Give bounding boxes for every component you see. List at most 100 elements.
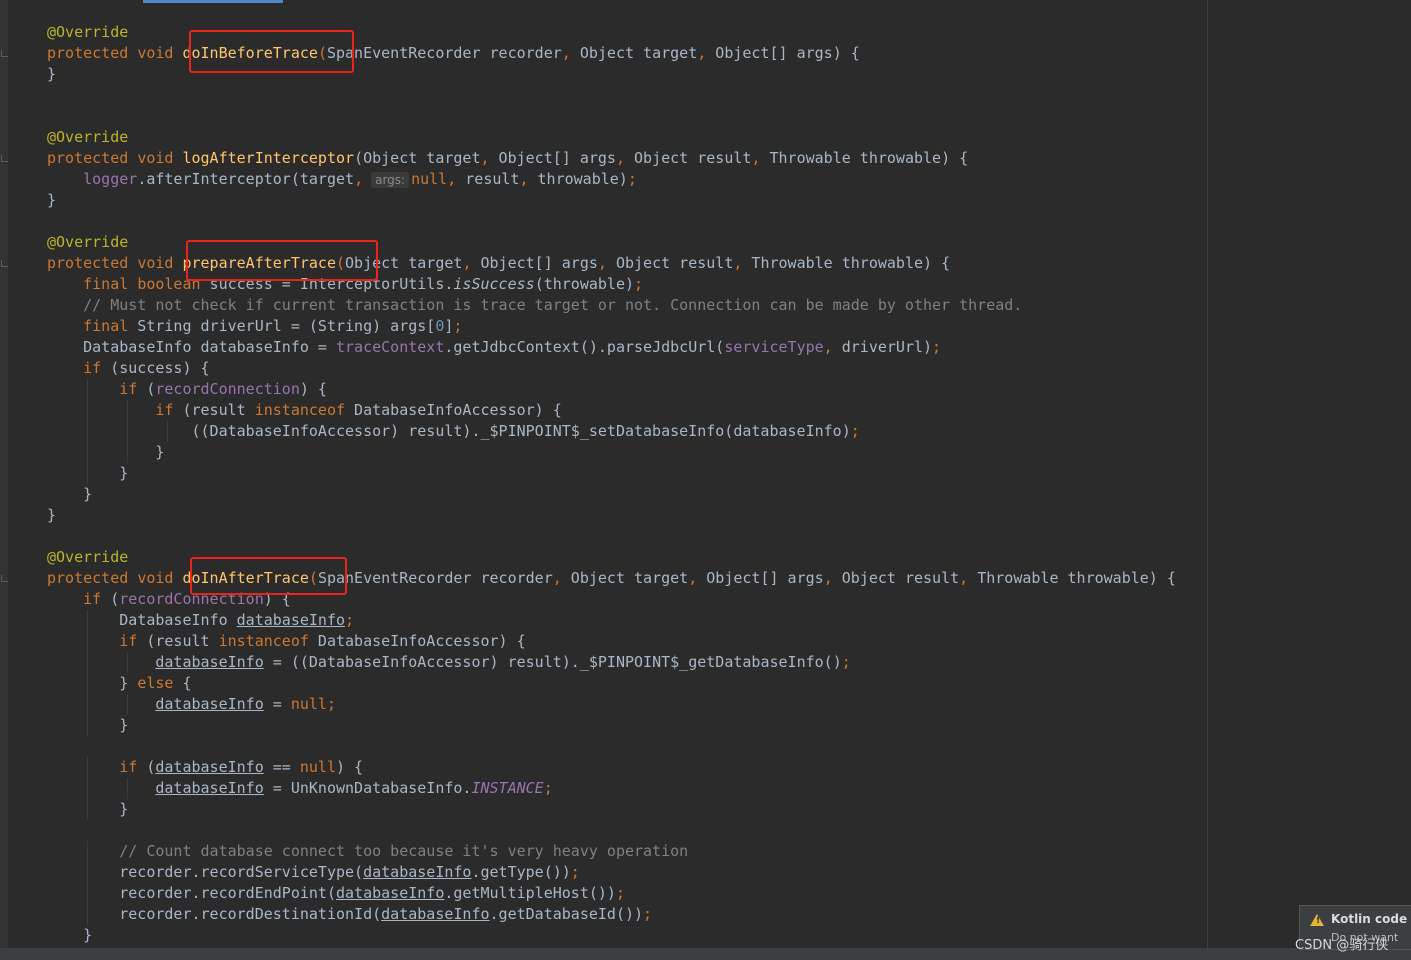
code-token: } (47, 191, 57, 209)
indent-guide (87, 799, 88, 820)
code-line[interactable]: } (0, 442, 1411, 463)
code-line[interactable]: // Must not check if current transaction… (0, 295, 1411, 316)
code-editor[interactable]: @Override protected void doInBeforeTrace(… (0, 22, 1411, 946)
parameter-hint: args: (371, 172, 410, 188)
code-line[interactable]: if (success) { (0, 358, 1411, 379)
indent-guide (127, 421, 128, 442)
code-token: databaseInfo (155, 653, 264, 671)
code-line[interactable]: } (0, 190, 1411, 211)
code-token: ; (841, 653, 851, 671)
code-token: ( (137, 380, 156, 398)
code-line[interactable] (0, 820, 1411, 841)
code-token: , (688, 569, 698, 587)
code-line[interactable]: } (0, 925, 1411, 946)
code-token: if (119, 380, 138, 398)
code-line[interactable] (0, 106, 1411, 127)
code-token: , (597, 254, 607, 272)
code-line[interactable]: databaseInfo = UnKnownDatabaseInfo.INSTA… (0, 778, 1411, 799)
code-token: void (137, 149, 174, 167)
indent-guide (87, 631, 88, 652)
code-line[interactable] (0, 736, 1411, 757)
code-line[interactable]: DatabaseInfo databaseInfo = traceContext… (0, 337, 1411, 358)
code-token: (result (173, 401, 255, 419)
code-token: (throwable) (534, 275, 635, 293)
code-token: Object result (606, 254, 734, 272)
code-token: ; (615, 884, 625, 902)
code-line[interactable]: } (0, 715, 1411, 736)
code-token: ; (643, 905, 653, 923)
code-token: isSuccess (453, 275, 535, 293)
code-line[interactable]: recorder.recordServiceType(databaseInfo.… (0, 862, 1411, 883)
code-line[interactable]: logger.afterInterceptor(target, args: null… (0, 169, 1411, 190)
highlight-box-prepareAfterTrace (186, 240, 378, 281)
code-line[interactable]: final String driverUrl = (String) args[0… (0, 316, 1411, 337)
code-token: .getType()) (471, 863, 571, 881)
indent-guide (87, 379, 88, 400)
code-token: databaseInfo (363, 863, 472, 881)
code-line[interactable]: } (0, 484, 1411, 505)
code-token: ; (345, 611, 355, 629)
code-line[interactable]: if (result instanceof DatabaseInfoAccess… (0, 631, 1411, 652)
code-token: null (290, 695, 327, 713)
code-line[interactable]: recorder.recordEndPoint(databaseInfo.get… (0, 883, 1411, 904)
code-line[interactable]: protected void logAfterInterceptor(Objec… (0, 148, 1411, 169)
code-token: ; (850, 422, 860, 440)
code-token: = UnKnownDatabaseInfo. (263, 779, 472, 797)
highlight-box-doInAfterTrace (190, 557, 347, 595)
code-token: @Override (47, 548, 129, 566)
code-token: ; (932, 338, 942, 356)
code-line[interactable]: ((DatabaseInfoAccessor) result)._$PINPOI… (0, 421, 1411, 442)
code-line[interactable] (0, 526, 1411, 547)
code-line[interactable] (0, 211, 1411, 232)
code-token: } (47, 674, 138, 692)
code-token: recorder.recordEndPoint( (47, 884, 336, 902)
code-line[interactable]: recorder.recordDestinationId(databaseInf… (0, 904, 1411, 925)
code-token: DatabaseInfoAccessor) { (308, 632, 526, 650)
code-line[interactable]: if (databaseInfo == null) { (0, 757, 1411, 778)
code-line[interactable]: } (0, 799, 1411, 820)
code-line[interactable]: databaseInfo = null; (0, 694, 1411, 715)
code-line[interactable]: // Count database connect too because it… (0, 841, 1411, 862)
code-line[interactable]: @Override (0, 127, 1411, 148)
code-token: } (47, 926, 93, 944)
indent-guide (127, 694, 128, 715)
code-token: result (456, 170, 520, 188)
code-line[interactable]: DatabaseInfo databaseInfo; (0, 610, 1411, 631)
highlight-box-doInBeforeTrace (189, 30, 354, 73)
code-token: Object target (561, 569, 689, 587)
code-token: recorder.recordServiceType( (47, 863, 364, 881)
code-token: void (137, 254, 174, 272)
code-token: Object[] args (697, 569, 824, 587)
code-line[interactable]: } (0, 505, 1411, 526)
notification-title: Kotlin code s (1331, 912, 1411, 926)
code-token: null (299, 758, 336, 776)
code-token: Object[] args (489, 149, 616, 167)
code-token: @Override (47, 233, 129, 251)
code-line[interactable]: } else { (0, 673, 1411, 694)
code-token: , (823, 338, 833, 356)
code-token: databaseInfo (236, 611, 346, 629)
code-line[interactable]: databaseInfo = ((DatabaseInfoAccessor) r… (0, 652, 1411, 673)
code-token: , (615, 149, 625, 167)
code-token: .afterInterceptor(target (137, 170, 355, 188)
code-token: if (119, 758, 138, 776)
code-token: throwable) (528, 170, 628, 188)
indent-guide (87, 883, 88, 904)
code-token: protected (47, 44, 129, 62)
code-line[interactable]: if (result instanceof DatabaseInfoAccess… (0, 400, 1411, 421)
code-token: databaseInfo (335, 884, 445, 902)
code-token: = ((DatabaseInfoAccessor) result)._$PINP… (263, 653, 842, 671)
code-line[interactable]: if (recordConnection) { (0, 379, 1411, 400)
code-token: ; (543, 779, 553, 797)
code-line[interactable] (0, 85, 1411, 106)
code-token: Object[] args) { (706, 44, 860, 62)
code-line[interactable]: } (0, 463, 1411, 484)
code-token: Object target (570, 44, 698, 62)
code-token: Object result (625, 149, 752, 167)
